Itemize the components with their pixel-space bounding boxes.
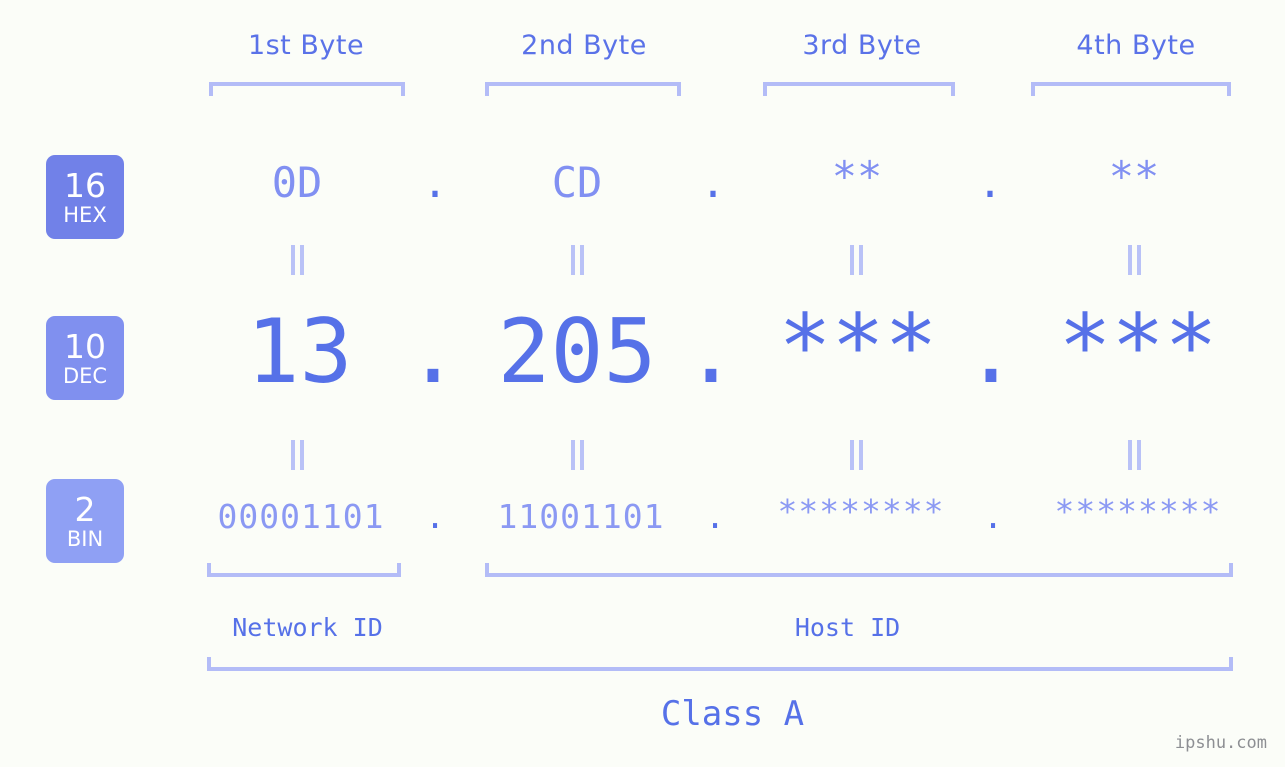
site-watermark: ipshu.com <box>1174 733 1267 753</box>
equals-icon-dec-bin-3 <box>847 440 865 470</box>
base-badge-bin-abbr: BIN <box>66 526 104 551</box>
network-id-label: Network ID <box>232 613 383 642</box>
byte-bracket-1 <box>209 82 405 96</box>
bin-value-byte-2: 11001101 <box>497 497 665 536</box>
base-badge-bin-number: 2 <box>74 489 96 529</box>
equals-icon-dec-bin-4 <box>1125 440 1143 470</box>
network-id-bracket <box>207 563 401 577</box>
equals-icon-hex-dec-2 <box>568 245 586 275</box>
base-badge-hex-number: 16 <box>64 165 106 205</box>
host-id-bracket <box>485 563 1233 577</box>
equals-icon-hex-dec-1 <box>288 245 306 275</box>
bin-separator-3: . <box>983 497 1003 536</box>
dec-value-byte-4: *** <box>1058 295 1218 398</box>
dec-value-byte-1: 13 <box>246 300 353 403</box>
hex-value-byte-1: 0D <box>271 158 323 207</box>
base-badge-dec: 10 DEC <box>46 316 124 400</box>
bin-separator-1: . <box>425 497 445 536</box>
byte-header-1: 1st Byte <box>247 30 365 61</box>
class-label: Class A <box>660 694 805 734</box>
base-badge-hex: 16 HEX <box>46 155 124 239</box>
ip-breakdown-diagram: 1st Byte 2nd Byte 3rd Byte 4th Byte 16 H… <box>0 0 1285 767</box>
byte-header-4: 4th Byte <box>1076 30 1196 61</box>
equals-icon-hex-dec-4 <box>1125 245 1143 275</box>
dec-value-byte-3: *** <box>778 295 938 398</box>
byte-header-2: 2nd Byte <box>521 30 647 61</box>
hex-separator-3: . <box>977 158 1003 207</box>
byte-bracket-3 <box>763 82 955 96</box>
bin-value-byte-1: 00001101 <box>217 497 385 536</box>
base-badge-dec-number: 10 <box>64 326 106 366</box>
hex-value-byte-4: ** <box>1108 152 1160 201</box>
base-badge-bin: 2 BIN <box>46 479 124 563</box>
base-badge-dec-abbr: DEC <box>62 363 108 388</box>
bin-value-byte-3: ******** <box>777 492 945 531</box>
equals-icon-dec-bin-2 <box>568 440 586 470</box>
byte-bracket-4 <box>1031 82 1231 96</box>
hex-value-byte-2: CD <box>551 158 603 207</box>
hex-value-byte-3: ** <box>831 152 883 201</box>
host-id-label: Host ID <box>794 613 901 642</box>
class-bracket <box>207 657 1233 671</box>
bin-separator-2: . <box>705 497 725 536</box>
hex-separator-1: . <box>422 158 448 207</box>
equals-icon-dec-bin-1 <box>288 440 306 470</box>
bin-value-byte-4: ******** <box>1054 492 1222 531</box>
byte-header-3: 3rd Byte <box>802 30 922 61</box>
dec-value-byte-2: 205 <box>497 300 657 403</box>
byte-bracket-2 <box>485 82 681 96</box>
base-badge-hex-abbr: HEX <box>63 202 107 227</box>
equals-icon-hex-dec-3 <box>847 245 865 275</box>
hex-separator-2: . <box>700 158 726 207</box>
